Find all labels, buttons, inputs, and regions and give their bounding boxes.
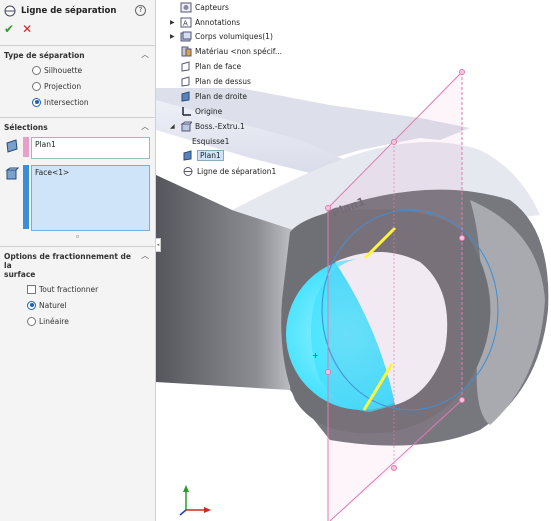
panel-title: Ligne de séparation — [21, 5, 117, 16]
plane-handle[interactable] — [325, 205, 331, 211]
origin-marker-icon: + — [312, 351, 319, 360]
group-header[interactable]: Type de séparation ︿ — [0, 46, 155, 62]
property-manager: Ligne de séparation ? ✔ ✕ Type de sépara… — [0, 0, 156, 521]
svg-text:A: A — [183, 19, 188, 27]
tree-item-solid-bodies[interactable]: ▶ Corps volumiques(1) — [170, 29, 273, 43]
plane-handle[interactable] — [459, 69, 465, 75]
collapse-caret-icon[interactable]: ︿ — [141, 51, 149, 59]
tree-item-material[interactable]: Matériau <non spécif... — [170, 44, 282, 58]
radio-natural[interactable]: Naturel — [0, 297, 155, 313]
solid-bodies-icon — [180, 31, 192, 41]
radio-linear[interactable]: Linéaire — [0, 313, 155, 329]
group-header[interactable]: Sélections ︿ — [0, 118, 155, 134]
group-split-options: Options de fractionnement de la surface … — [0, 246, 155, 329]
selection-box-faces[interactable]: Face<1> — [31, 165, 150, 231]
plane-icon — [181, 90, 190, 102]
tree-item-annotations[interactable]: ▶ A Annotations — [170, 15, 240, 29]
group-title: Type de séparation — [4, 51, 85, 60]
panel-actions: ✔ ✕ — [0, 21, 155, 37]
split-line-icon — [4, 5, 16, 16]
annotation-icon: A — [180, 17, 192, 27]
plane-handle[interactable] — [459, 397, 465, 403]
face-select-icon — [5, 167, 19, 180]
expand-arrow-icon[interactable]: ▶ — [170, 33, 180, 40]
panel-header: Ligne de séparation ? — [0, 0, 155, 21]
split-line-icon — [183, 166, 193, 176]
tree-item-split-line[interactable]: Ligne de séparation1 — [182, 164, 276, 178]
help-icon[interactable]: ? — [135, 5, 146, 16]
group-title: Options de fractionnement de la surface — [4, 252, 131, 279]
selection-box-plane[interactable]: Plan1 — [31, 137, 150, 159]
plane-handle[interactable] — [391, 465, 397, 471]
plane-select-icon — [6, 139, 18, 153]
cancel-button[interactable]: ✕ — [22, 22, 32, 36]
tree-item-top-plane[interactable]: Plan de dessus — [170, 74, 251, 88]
sensor-icon — [180, 2, 192, 12]
tree-item-capteurs[interactable]: Capteurs — [170, 0, 229, 14]
tree-item-plan1[interactable]: Plan1 — [182, 148, 224, 162]
tree-item-sketch[interactable]: Esquisse1 — [192, 134, 229, 148]
plane-handle[interactable] — [459, 235, 465, 241]
plane-handle[interactable] — [325, 369, 331, 375]
collapse-caret-icon[interactable]: ︿ — [141, 252, 149, 260]
ok-button[interactable]: ✔ — [4, 22, 14, 36]
axis-triad-icon — [179, 485, 211, 516]
selection-row-faces: Face<1> — [0, 162, 155, 234]
origin-icon — [182, 106, 191, 116]
group-split-type: Type de séparation ︿ Silhouette Projecti… — [0, 45, 155, 110]
plane-icon — [181, 75, 190, 87]
group-selections: Sélections ︿ Plan1 Face<1> o — [0, 117, 155, 240]
radio-silhouette[interactable]: Silhouette — [0, 62, 155, 78]
collapse-caret-icon[interactable]: ︿ — [141, 123, 149, 131]
plane-icon — [183, 149, 192, 161]
tree-item-right-plane[interactable]: Plan de droite — [170, 89, 247, 103]
expand-arrow-icon[interactable]: ▶ — [170, 19, 180, 26]
radio-intersection[interactable]: Intersection — [0, 94, 155, 110]
group-header[interactable]: Options de fractionnement de la surface … — [0, 247, 155, 281]
collapse-arrow-icon[interactable]: ◢ — [170, 123, 180, 130]
extrude-icon — [180, 121, 192, 131]
feature-tree: Capteurs ▶ A Annotations ▶ Corps volumiq… — [170, 0, 310, 180]
tree-item-front-plane[interactable]: Plan de face — [170, 59, 241, 73]
plane-handle[interactable] — [391, 139, 397, 145]
selection-row-plane: Plan1 — [0, 134, 155, 162]
tree-item-origin[interactable]: Origine — [170, 104, 222, 118]
tree-item-boss-extrude[interactable]: ◢ Boss.-Extru.1 — [170, 119, 245, 133]
resize-handle-icon[interactable]: o — [0, 234, 155, 240]
radio-projection[interactable]: Projection — [0, 78, 155, 94]
checkbox-split-all[interactable]: Tout fractionner — [0, 281, 155, 297]
plane-icon — [181, 60, 190, 72]
material-icon — [181, 46, 192, 56]
group-title: Sélections — [4, 123, 48, 132]
